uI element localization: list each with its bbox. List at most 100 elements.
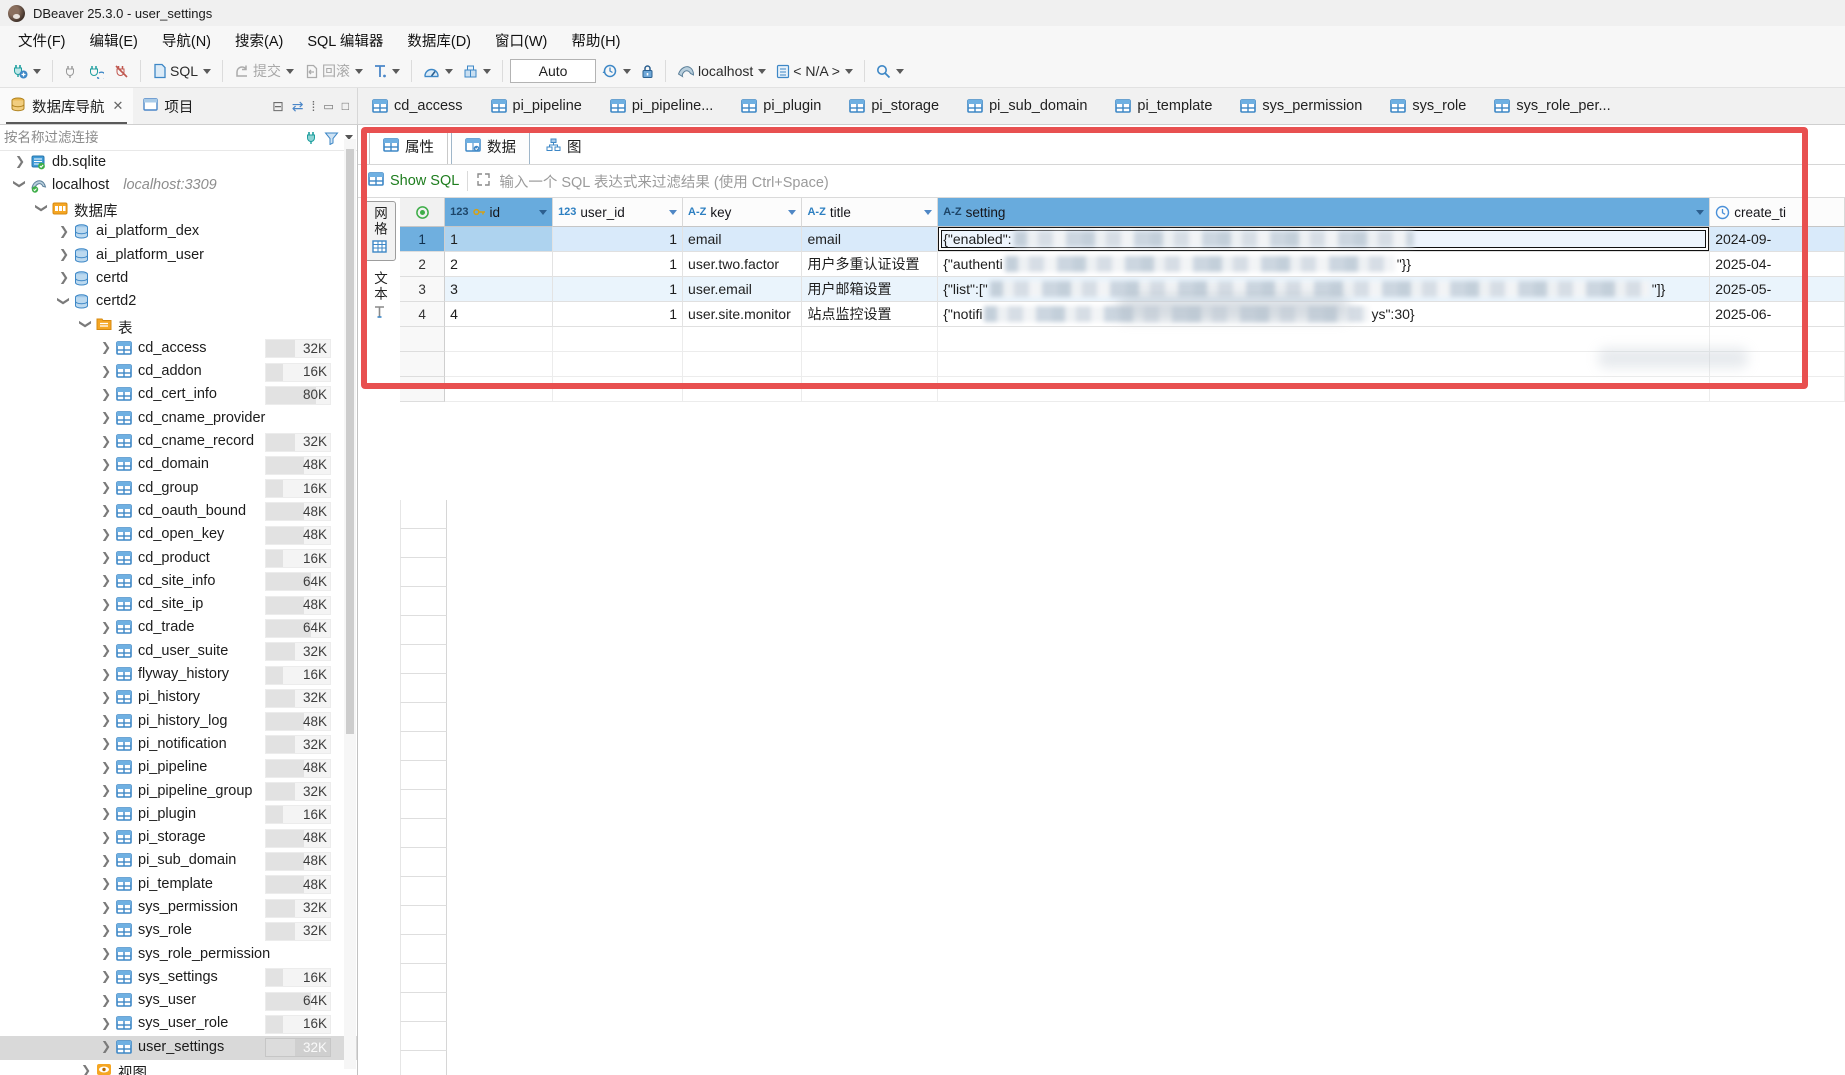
tree-item-pi_history[interactable]: ❯pi_history32K <box>0 687 357 710</box>
tree-item-视图[interactable]: ❯视图 <box>0 1060 357 1075</box>
maximize-icon[interactable]: □ <box>342 99 349 113</box>
cell-title[interactable]: 用户多重认证设置 <box>802 252 938 277</box>
tree-item-sys_settings[interactable]: ❯sys_settings16K <box>0 966 357 989</box>
tree-item-cd_open_key[interactable]: ❯cd_open_key48K <box>0 524 357 547</box>
menu-item-7[interactable]: 窗口(W) <box>483 26 559 55</box>
tab-data[interactable]: 数据 <box>451 129 530 164</box>
disconnect-button[interactable] <box>110 61 133 82</box>
tab-projects[interactable]: 项目 <box>133 88 203 124</box>
tree-item-cd_access[interactable]: ❯cd_access32K <box>0 337 357 360</box>
cell-id[interactable]: 3 <box>445 277 553 302</box>
cell-key[interactable]: user.site.monitor <box>683 302 802 327</box>
tree-item-certd[interactable]: ❯certd <box>0 267 357 290</box>
export-button[interactable] <box>459 61 495 82</box>
sql-filter-placeholder[interactable]: 输入一个 SQL 表达式来过滤结果 (使用 Ctrl+Space) <box>499 171 828 192</box>
column-header-create_ti[interactable]: create_ti <box>1710 198 1845 227</box>
cell-create-time[interactable]: 2025-06- <box>1710 302 1845 327</box>
cell-user-id[interactable]: 1 <box>553 277 683 302</box>
row-number[interactable]: 3 <box>400 277 445 302</box>
cell-key[interactable]: email <box>683 227 802 252</box>
refresh-interval-button[interactable] <box>598 60 635 82</box>
chevron-down-icon[interactable]: ❯ <box>57 295 71 307</box>
chevron-right-icon[interactable]: ❯ <box>100 410 112 424</box>
link-editor-icon[interactable]: ⇄ <box>292 98 304 115</box>
chevron-right-icon[interactable]: ❯ <box>100 597 112 611</box>
tree-item-cd_group[interactable]: ❯cd_group16K <box>0 477 357 500</box>
tree-item-ai_platform_dex[interactable]: ❯ai_platform_dex <box>0 221 357 244</box>
tree-item-cd_domain[interactable]: ❯cd_domain48K <box>0 454 357 477</box>
chevron-down-icon[interactable]: ❯ <box>35 202 49 214</box>
editor-tab-sys_role_per[interactable]: sys_role_per... <box>1480 88 1624 124</box>
editor-tab-pi_pipeline[interactable]: pi_pipeline <box>477 88 596 124</box>
chevron-right-icon[interactable]: ❯ <box>100 527 112 541</box>
show-sql-button[interactable]: Show SQL <box>368 172 459 190</box>
tree-item-user_settings[interactable]: ❯user_settings32K <box>0 1036 357 1059</box>
cell-title[interactable]: 站点监控设置 <box>802 302 938 327</box>
cell-id[interactable]: 4 <box>445 302 553 327</box>
chevron-right-icon[interactable]: ❯ <box>100 830 112 844</box>
tree-item-cd_site_ip[interactable]: ❯cd_site_ip48K <box>0 594 357 617</box>
tree-item-pi_storage[interactable]: ❯pi_storage48K <box>0 827 357 850</box>
chevron-right-icon[interactable]: ❯ <box>100 434 112 448</box>
auto-refresh-value[interactable]: Auto <box>510 59 596 83</box>
column-dropdown-icon[interactable] <box>669 210 677 215</box>
new-connection-button[interactable] <box>6 60 45 82</box>
tree-item-sys_role[interactable]: ❯sys_role32K <box>0 920 357 943</box>
chevron-right-icon[interactable]: ❯ <box>100 783 112 797</box>
tree-item-cd_addon[interactable]: ❯cd_addon16K <box>0 361 357 384</box>
tree-item-pi_notification[interactable]: ❯pi_notification32K <box>0 733 357 756</box>
tree-item-flyway_history[interactable]: ❯flyway_history16K <box>0 664 357 687</box>
row-number[interactable]: 4 <box>400 302 445 327</box>
chevron-right-icon[interactable]: ❯ <box>80 1063 92 1075</box>
column-header-user_id[interactable]: 123user_id <box>553 198 683 227</box>
tree-item-pi_sub_domain[interactable]: ❯pi_sub_domain48K <box>0 850 357 873</box>
tree-item-表[interactable]: ❯表 <box>0 314 357 337</box>
tree-item-cd_trade[interactable]: ❯cd_trade64K <box>0 617 357 640</box>
editor-tab-pi_storage[interactable]: pi_storage <box>835 88 953 124</box>
editor-tab-pi_sub_domain[interactable]: pi_sub_domain <box>953 88 1101 124</box>
chevron-right-icon[interactable]: ❯ <box>58 247 70 261</box>
chevron-right-icon[interactable]: ❯ <box>100 340 112 354</box>
column-header-key[interactable]: A-Zkey <box>683 198 802 227</box>
cell-user-id[interactable]: 1 <box>553 227 683 252</box>
menu-item-8[interactable]: 帮助(H) <box>559 26 632 55</box>
chevron-right-icon[interactable]: ❯ <box>100 713 112 727</box>
chevron-right-icon[interactable]: ❯ <box>100 480 112 494</box>
chevron-down-icon[interactable]: ❯ <box>13 178 27 190</box>
menu-item-2[interactable]: 编辑(E) <box>78 26 150 55</box>
chevron-right-icon[interactable]: ❯ <box>100 993 112 1007</box>
column-header-setting[interactable]: A-Zsetting <box>938 198 1710 227</box>
chevron-right-icon[interactable]: ❯ <box>100 503 112 517</box>
cell-key[interactable]: user.email <box>683 277 802 302</box>
view-menu-icon[interactable]: ⁞ <box>311 98 315 114</box>
tab-diagram[interactable]: 图 <box>533 130 595 164</box>
cell-key[interactable]: user.two.factor <box>683 252 802 277</box>
text-presentation-button[interactable]: 文本 <box>362 267 396 326</box>
row-number[interactable]: 1 <box>400 227 445 252</box>
tree-item-sys_role_permission[interactable]: ❯sys_role_permission <box>0 943 357 966</box>
sql-editor-button[interactable]: SQL <box>148 60 215 82</box>
column-dropdown-icon[interactable] <box>1696 210 1704 215</box>
tree-item-localhost[interactable]: ❯localhostlocalhost:3309 <box>0 174 357 197</box>
chevron-right-icon[interactable]: ❯ <box>100 876 112 890</box>
tree-item-sys_user_role[interactable]: ❯sys_user_role16K <box>0 1013 357 1036</box>
grid-row-2[interactable]: 221user.two.factor用户多重认证设置{"authenti"}}2… <box>400 252 1845 277</box>
search-button[interactable] <box>872 61 908 82</box>
tree-item-pi_history_log[interactable]: ❯pi_history_log48K <box>0 710 357 733</box>
column-dropdown-icon[interactable] <box>539 210 547 215</box>
chevron-right-icon[interactable]: ❯ <box>100 900 112 914</box>
rollback-button[interactable]: 回滚 <box>300 58 367 84</box>
connection-filter-input[interactable] <box>4 130 304 145</box>
chevron-right-icon[interactable]: ❯ <box>100 923 112 937</box>
tree-item-cd_product[interactable]: ❯cd_product16K <box>0 547 357 570</box>
connect-button[interactable] <box>60 61 82 82</box>
chevron-right-icon[interactable]: ❯ <box>100 667 112 681</box>
column-dropdown-icon[interactable] <box>924 210 932 215</box>
chevron-right-icon[interactable]: ❯ <box>100 364 112 378</box>
tree-item-数据库[interactable]: ❯数据库 <box>0 198 357 221</box>
tree-item-certd2[interactable]: ❯certd2 <box>0 291 357 314</box>
chevron-right-icon[interactable]: ❯ <box>100 1039 112 1053</box>
chevron-down-icon[interactable]: ❯ <box>79 318 93 330</box>
cell-user-id[interactable]: 1 <box>553 302 683 327</box>
chevron-right-icon[interactable]: ❯ <box>100 736 112 750</box>
